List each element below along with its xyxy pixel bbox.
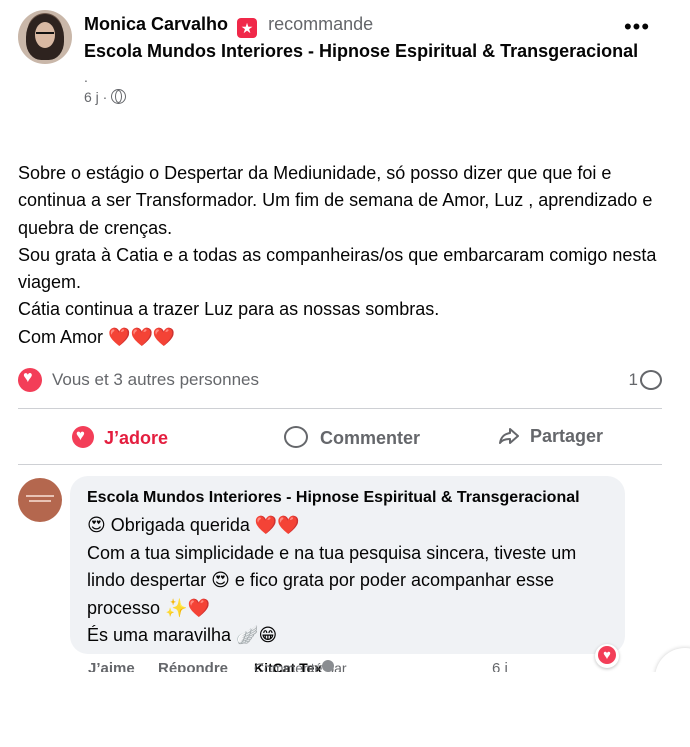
comment-line: 😍 Obrigada querida ❤️❤️	[87, 515, 300, 535]
love-button[interactable]: J’adore	[72, 426, 168, 449]
comment-label: Commenter	[320, 428, 421, 448]
comment-icon	[284, 426, 308, 448]
post-text-line: Sou grata à Catia e a todas as companhei…	[18, 244, 657, 293]
hearts-emoji: ❤️❤️❤️	[108, 326, 176, 347]
post-time[interactable]: 6 j ·	[84, 89, 107, 105]
comment-like-button[interactable]: J’aime	[88, 660, 135, 672]
comment-count[interactable]: 1	[629, 370, 638, 390]
reactions-summary[interactable]: Vous et 3 autres personnes 1	[18, 366, 662, 396]
divider	[18, 408, 662, 409]
post-text-line: Sobre o estágio o Despertar da Mediunida…	[18, 163, 653, 238]
action-bar: J’adore Commenter Partager	[18, 410, 662, 464]
author-name[interactable]: Monica Carvalho	[84, 14, 228, 34]
blank-area	[0, 672, 690, 747]
comment-bubble-icon	[640, 370, 662, 390]
post-meta: 6 j ·	[84, 89, 644, 105]
comment-author[interactable]: Escola Mundos Interiores - Hipnose Espir…	[87, 489, 580, 507]
comment-footer: J’aime Répondre Commenté par KitCat Tex …	[88, 660, 588, 672]
post-text-line: Cátia continua a trazer Luz para as noss…	[18, 299, 440, 320]
comment-line: Com a tua simplicidade e na tua pesquisa…	[87, 542, 577, 618]
comment-love-reaction-icon[interactable]	[595, 644, 619, 668]
heart-icon	[72, 426, 94, 448]
post-header: Monica Carvalho ★ recommande Escola Mund…	[84, 12, 644, 105]
comment-bubble: Escola Mundos Interiores - Hipnose Espir…	[70, 476, 625, 654]
share-icon	[499, 428, 519, 444]
comment-body: 😍 Obrigada querida ❤️❤️ Com a tua simpli…	[87, 512, 617, 650]
globe-icon	[111, 89, 127, 104]
page-name-link[interactable]: Escola Mundos Interiores - Hipnose Espir…	[84, 38, 644, 65]
recommend-label: recommande	[268, 14, 374, 34]
author-line: Monica Carvalho ★ recommande	[84, 12, 644, 38]
comment-button[interactable]: Commenter	[284, 426, 420, 449]
divider	[18, 464, 662, 465]
share-button[interactable]: Partager	[498, 426, 603, 447]
more-options-button[interactable]: •••	[622, 16, 652, 42]
page-avatar[interactable]	[18, 478, 62, 522]
recommend-icon: ★	[237, 18, 258, 38]
author-avatar[interactable]	[18, 10, 72, 64]
share-label: Partager	[530, 426, 604, 446]
comment-time[interactable]: 6 j	[492, 660, 508, 672]
dot-text: .	[84, 69, 88, 85]
commented-by: Commenté par KitCat Tex	[254, 660, 347, 672]
post-text: Sobre o estágio o Despertar da Mediunida…	[18, 160, 668, 351]
post-text-line: Com Amor ❤️❤️❤️	[18, 324, 668, 351]
love-label: J’adore	[104, 428, 169, 448]
reactions-text[interactable]: Vous et 3 autres personnes	[52, 370, 259, 390]
comment-line: És uma maravilha 🪽😁	[87, 625, 278, 645]
sign-off: Com Amor	[18, 326, 104, 347]
comment-reply-button[interactable]: Répondre	[158, 660, 228, 672]
love-reaction-icon	[18, 368, 42, 392]
